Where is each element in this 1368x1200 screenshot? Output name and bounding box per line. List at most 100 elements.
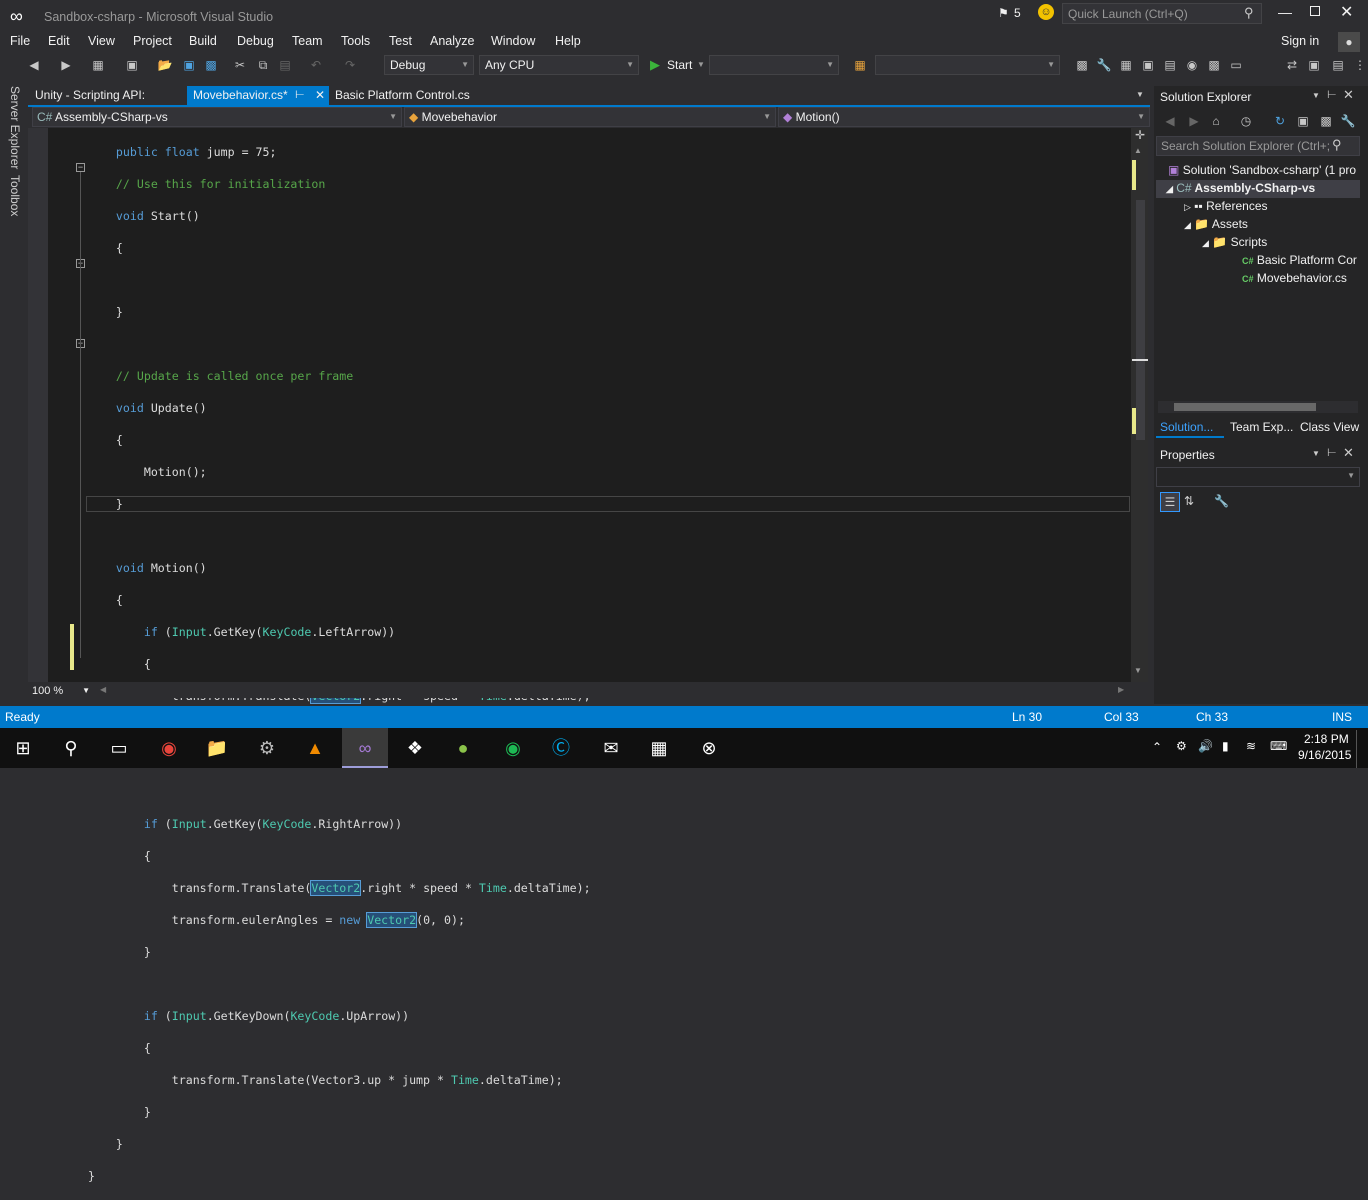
tree-project[interactable]: ◢ C# Assembly-CSharp-vs (1166, 181, 1315, 195)
windows-start-icon[interactable]: ⊞ (0, 728, 46, 768)
tree-file-movebehavior[interactable]: C# Movebehavior.cs (1242, 271, 1347, 285)
keyboard-icon[interactable]: ⌨ (1270, 739, 1287, 753)
zoom-select[interactable]: 100 % ▼ (32, 684, 90, 698)
home-icon[interactable]: ⌂ (1208, 113, 1224, 129)
tree-scripts[interactable]: ◢ 📁 Scripts (1202, 235, 1267, 249)
volume-icon[interactable]: 🔊 (1198, 739, 1213, 753)
show-desktop-button[interactable] (1356, 730, 1368, 768)
minimize-button[interactable]: — (1278, 4, 1292, 20)
skype-icon[interactable]: Ⓒ (538, 728, 584, 768)
tool-icon-11[interactable]: ▤ (1330, 57, 1346, 73)
window-position-chevron-icon[interactable]: ▼ (1312, 449, 1320, 458)
save-all-icon[interactable]: ▩ (203, 57, 219, 73)
sign-in-link[interactable]: Sign in (1281, 34, 1319, 48)
tool-icon-9[interactable]: ⇄ (1284, 57, 1300, 73)
collapse-all-icon[interactable]: ▣ (1295, 113, 1311, 129)
tool-icon-6[interactable]: ◉ (1184, 57, 1200, 73)
notification-flag-icon[interactable]: ⚑ (998, 6, 1009, 20)
undo-icon[interactable]: ↶ (308, 57, 324, 73)
scroll-right-icon[interactable]: ▶ (1118, 685, 1124, 694)
xbox-icon[interactable]: ⊗ (686, 728, 732, 768)
solution-platform-select[interactable]: Any CPU ▼ (479, 55, 639, 75)
start-chevron-down-icon[interactable]: ▼ (697, 60, 705, 69)
restore-button[interactable] (1310, 6, 1320, 16)
feedback-smiley-icon[interactable]: ☺ (1038, 4, 1054, 20)
solution-configuration-select[interactable]: Debug ▼ (384, 55, 474, 75)
project-nav-select[interactable]: C# Assembly-CSharp-vs ▼ (32, 107, 402, 127)
calendar-icon[interactable]: ▦ (636, 728, 682, 768)
code-text[interactable]: public float jump = 75; // Use this for … (88, 128, 591, 1200)
start-play-icon[interactable]: ▶ (650, 57, 660, 73)
tool-icon-8[interactable]: ▭ (1228, 57, 1244, 73)
menu-team[interactable]: Team (292, 34, 323, 48)
tab-class-view[interactable]: Class View (1300, 420, 1359, 434)
properties-object-select[interactable]: ▼ (1156, 467, 1360, 487)
menu-edit[interactable]: Edit (48, 34, 70, 48)
navigate-forward-icon[interactable]: ▶ (58, 57, 74, 73)
tool-icon-4[interactable]: ▣ (1140, 57, 1156, 73)
alphabetical-icon[interactable]: ⇅ (1184, 494, 1194, 508)
server-explorer-tab[interactable]: Server Explorer (8, 86, 22, 169)
steam-icon[interactable]: ⚙ (244, 728, 290, 768)
tab-overflow-chevron-icon[interactable]: ▼ (1136, 90, 1144, 99)
find-in-files-icon[interactable]: ▦ (852, 57, 868, 73)
menu-window[interactable]: Window (491, 34, 535, 48)
forward-icon[interactable]: ▶ (1186, 113, 1202, 129)
copy-icon[interactable]: ⧉ (255, 57, 271, 73)
menu-file[interactable]: File (10, 34, 30, 48)
show-all-files-icon[interactable]: ▩ (1318, 113, 1334, 129)
close-tab-icon[interactable]: ✕ (315, 86, 325, 105)
history-icon[interactable]: ◷ (1238, 113, 1254, 129)
tab-team-explorer[interactable]: Team Exp... (1230, 420, 1293, 434)
redo-icon[interactable]: ↷ (342, 57, 358, 73)
menu-test[interactable]: Test (389, 34, 412, 48)
unity-icon[interactable]: ❖ (392, 728, 438, 768)
close-panel-icon[interactable]: ✕ (1343, 87, 1354, 103)
tray-app-icon[interactable]: ⚙ (1176, 739, 1187, 753)
toolbox-tab[interactable]: Toolbox (8, 175, 22, 216)
mail-icon[interactable]: ✉ (588, 728, 634, 768)
menu-debug[interactable]: Debug (237, 34, 274, 48)
refresh-icon[interactable]: ↻ (1272, 113, 1288, 129)
tab-basic-platform-control[interactable]: Basic Platform Control.cs (329, 86, 489, 105)
split-editor-icon[interactable]: ✛ (1133, 128, 1147, 142)
pin-icon[interactable]: ⊢ (1327, 446, 1337, 459)
vlc-icon[interactable]: ▲ (292, 728, 338, 768)
tool-icon-7[interactable]: ▩ (1206, 57, 1222, 73)
toolbar-overflow-icon[interactable]: ⋮ (1352, 57, 1368, 73)
new-project-icon[interactable]: ▦ (90, 57, 106, 73)
wifi-icon[interactable]: ≋ (1246, 739, 1256, 753)
paste-icon[interactable]: ▤ (277, 57, 293, 73)
menu-tools[interactable]: Tools (341, 34, 370, 48)
tree-assets[interactable]: ◢ 📁 Assets (1184, 217, 1248, 231)
debug-target-select[interactable]: ▼ (709, 55, 839, 75)
add-item-icon[interactable]: ▣ (124, 57, 140, 73)
tool-icon-3[interactable]: ▦ (1118, 57, 1134, 73)
back-icon[interactable]: ◀ (1162, 113, 1178, 129)
close-panel-icon[interactable]: ✕ (1343, 445, 1354, 461)
tool-icon-5[interactable]: ▤ (1162, 57, 1178, 73)
show-hidden-icons-icon[interactable]: ⌃ (1152, 740, 1162, 754)
clock-time[interactable]: 2:18 PM (1304, 732, 1349, 746)
tab-unity-scripting-api[interactable]: Unity - Scripting API: (29, 86, 185, 105)
categorized-icon[interactable]: ☰ (1160, 492, 1180, 512)
scroll-up-icon[interactable]: ▲ (1134, 146, 1142, 155)
task-view-icon[interactable]: ▭ (96, 728, 142, 768)
scroll-left-icon[interactable]: ◀ (100, 685, 106, 694)
find-combo[interactable]: ▼ (875, 55, 1060, 75)
app-icon[interactable]: ● (440, 728, 486, 768)
search-icon[interactable]: ⚲ (1244, 5, 1254, 21)
open-file-icon[interactable]: 📂 (157, 57, 173, 73)
tree-file-basic-platform[interactable]: C# Basic Platform Cor (1242, 253, 1357, 267)
navigate-back-icon[interactable]: ◀ (26, 57, 42, 73)
chrome-icon[interactable]: ◉ (146, 728, 192, 768)
menu-help[interactable]: Help (555, 34, 581, 48)
clock-date[interactable]: 9/16/2015 (1298, 748, 1351, 762)
file-explorer-icon[interactable]: 📁 (194, 728, 240, 768)
window-position-chevron-icon[interactable]: ▼ (1312, 91, 1320, 100)
menu-project[interactable]: Project (133, 34, 172, 48)
scroll-down-icon[interactable]: ▼ (1134, 666, 1142, 675)
solution-hscroll-thumb[interactable] (1174, 403, 1316, 411)
pin-icon[interactable]: ⊢ (1327, 88, 1337, 101)
collapse-start-icon[interactable]: − (76, 163, 85, 172)
